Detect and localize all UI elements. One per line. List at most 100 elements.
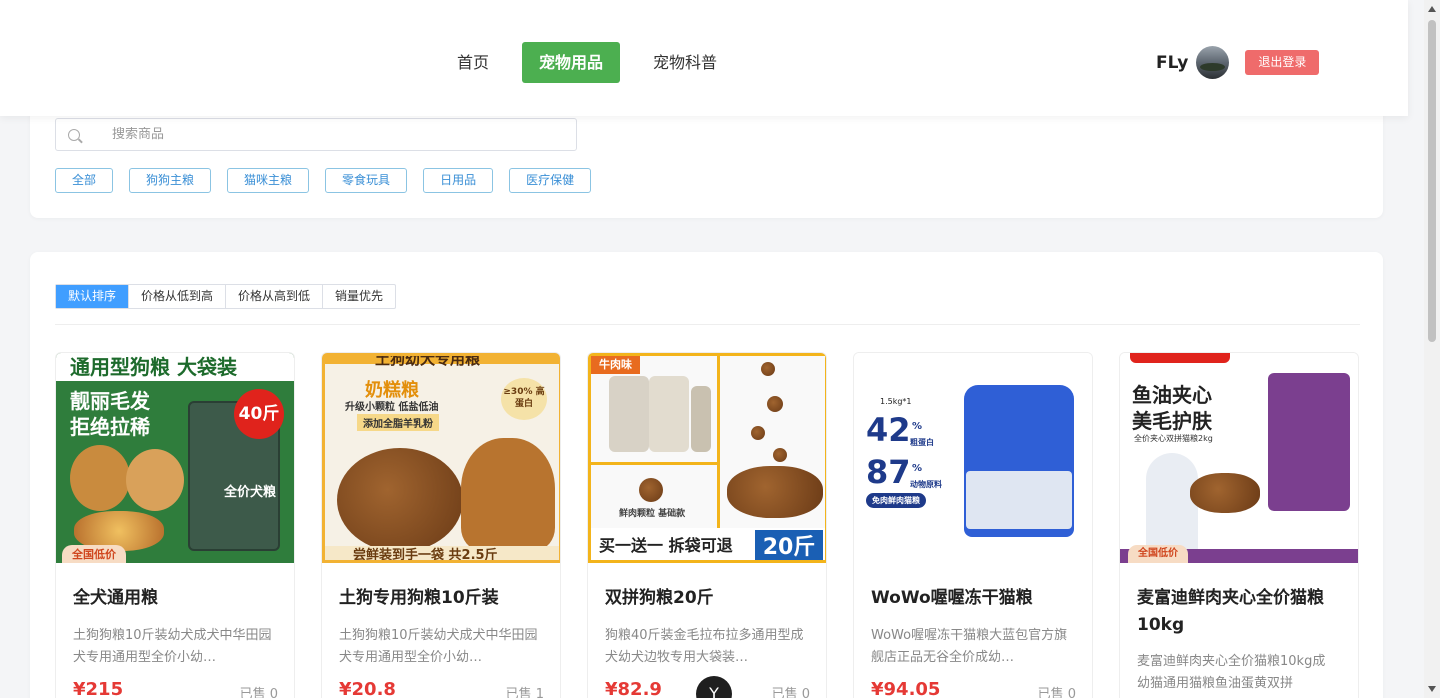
page-scrollbar[interactable] bbox=[1424, 0, 1440, 698]
image-text: 美毛护肤 bbox=[1132, 409, 1212, 433]
product-card[interactable]: 鱼油夹心 美毛护肤 全价夹心双拼猫粮2kg 全国低价 麦富迪鲜肉夹心全价猫粮10… bbox=[1119, 352, 1359, 698]
main-nav: 首页 宠物用品 宠物科普 bbox=[440, 42, 750, 83]
category-dog-food[interactable]: 狗狗主粮 bbox=[129, 168, 212, 193]
image-text: 1.5kg*1 bbox=[880, 397, 912, 406]
sort-default[interactable]: 默认排序 bbox=[56, 285, 130, 308]
category-daily-supplies[interactable]: 日用品 bbox=[423, 168, 494, 193]
product-title: 双拼狗粮20斤 bbox=[605, 588, 714, 608]
category-snacks-toys[interactable]: 零食玩具 bbox=[325, 168, 408, 193]
sort-sales[interactable]: 销量优先 bbox=[323, 285, 395, 308]
image-text: 鱼油夹心 bbox=[1132, 383, 1212, 407]
weight-badge: 40斤 bbox=[234, 389, 284, 439]
image-text: 全价犬粮 bbox=[224, 485, 277, 500]
divider bbox=[55, 324, 1360, 325]
image-text: % bbox=[912, 463, 923, 474]
image-tag: 尝鲜装到手一袋 共2.5斤 bbox=[325, 546, 559, 560]
product-price: ¥94.05 bbox=[871, 679, 941, 698]
product-title: WoWo喔喔冻干猫粮 bbox=[871, 588, 1033, 608]
search-input[interactable] bbox=[112, 127, 512, 142]
product-sold: 已售 0 bbox=[1037, 687, 1076, 698]
logout-button[interactable]: 退出登录 bbox=[1245, 50, 1320, 75]
scroll-thumb[interactable] bbox=[1428, 20, 1436, 342]
product-sold: 已售 1 bbox=[505, 687, 544, 698]
protein-badge: ≥30% 高蛋白 bbox=[501, 378, 547, 420]
product-image: 土狗幼犬专用粮 奶糕粮 升级小颗粒 低盐低油 添加全脂羊乳粉 ≥30% 高蛋白 … bbox=[322, 353, 560, 563]
product-image: 牛肉味 鲜肉颗粒 基础款 买一送一 拆袋可退 20斤 bbox=[588, 353, 826, 563]
category-healthcare[interactable]: 医疗保健 bbox=[509, 168, 592, 193]
category-all[interactable]: 全部 bbox=[55, 168, 114, 193]
username: FLy bbox=[1156, 52, 1189, 73]
kibble-falling bbox=[761, 362, 775, 376]
bag-label bbox=[966, 471, 1072, 529]
nav-item-home[interactable]: 首页 bbox=[440, 42, 506, 83]
kibble-pile bbox=[1190, 473, 1260, 513]
category-filters: 全部 狗狗主粮 猫咪主粮 零食玩具 日用品 医疗保健 bbox=[55, 168, 607, 193]
product-card[interactable]: 1.5kg*1 42 % 粗蛋白 87 % 动物原料 免肉鲜肉猫粮 WoWo喔喔… bbox=[853, 352, 1093, 698]
avatar[interactable] bbox=[1196, 46, 1230, 79]
product-title: 土狗专用狗粮10斤装 bbox=[339, 588, 499, 608]
flavor-tag: 牛肉味 bbox=[591, 356, 640, 374]
product-description: 麦富迪鲜肉夹心全价猫粮10kg成幼猫通用猫粮鱼油蛋黄双拼 bbox=[1137, 654, 1326, 691]
product-panel: 默认排序 价格从低到高 价格从高到低 销量优先 通用型狗粮 大袋装 靓丽毛发 拒… bbox=[30, 252, 1383, 698]
image-tag: 全国低价 bbox=[1128, 545, 1188, 563]
product-description: 狗粮40斤装金毛拉布拉多通用型成犬幼犬边牧专用大袋装… bbox=[605, 628, 804, 665]
weight-badge: 20斤 bbox=[755, 530, 823, 560]
product-sold: 已售 0 bbox=[771, 687, 810, 698]
cat-food-bag bbox=[1268, 373, 1350, 511]
nav-item-pet-supplies[interactable]: 宠物用品 bbox=[522, 42, 621, 83]
kibble-falling bbox=[751, 426, 765, 440]
image-text: 鲜肉颗粒 基础款 bbox=[619, 509, 686, 519]
product-price: ¥215 bbox=[73, 679, 124, 698]
product-card[interactable]: 牛肉味 鲜肉颗粒 基础款 买一送一 拆袋可退 20斤 双拼狗粮20斤 狗粮40斤… bbox=[587, 352, 827, 698]
product-list: 通用型狗粮 大袋装 靓丽毛发 拒绝拉稀 40斤 全价犬粮 全国低价 全犬通用粮 … bbox=[55, 352, 1359, 698]
image-banner bbox=[1130, 353, 1230, 363]
image-text: 87 bbox=[866, 453, 911, 491]
image-banner: 土狗幼犬专用粮 bbox=[375, 353, 481, 368]
category-cat-food[interactable]: 猫咪主粮 bbox=[227, 168, 310, 193]
product-price: ¥82.9 bbox=[605, 679, 662, 698]
image-divider bbox=[591, 462, 717, 465]
puppy-illustration bbox=[461, 438, 555, 550]
image-text: 全价夹心双拼猫粮2kg bbox=[1134, 434, 1213, 443]
product-card[interactable]: 通用型狗粮 大袋装 靓丽毛发 拒绝拉稀 40斤 全价犬粮 全国低价 全犬通用粮 … bbox=[55, 352, 295, 698]
product-price: ¥20.8 bbox=[339, 679, 396, 698]
image-text: 添加全脂羊乳粉 bbox=[357, 414, 439, 431]
image-text: 42 bbox=[866, 411, 911, 449]
image-banner: 通用型狗粮 大袋装 bbox=[56, 353, 294, 381]
image-text: 动物原料 bbox=[910, 480, 942, 489]
product-description: 土狗狗粮10斤装幼犬成犬中华田园犬专用通用型全价小幼… bbox=[73, 628, 272, 665]
product-card[interactable]: 土狗幼犬专用粮 奶糕粮 升级小颗粒 低盐低油 添加全脂羊乳粉 ≥30% 高蛋白 … bbox=[321, 352, 561, 698]
kibble-bowl bbox=[337, 448, 463, 552]
image-text: 升级小颗粒 低盐低油 bbox=[345, 402, 439, 413]
image-text: 靓丽毛发 bbox=[70, 389, 150, 413]
food-bag bbox=[691, 386, 711, 452]
scroll-down-arrow-icon[interactable] bbox=[1428, 686, 1436, 692]
product-image: 1.5kg*1 42 % 粗蛋白 87 % 动物原料 免肉鲜肉猫粮 bbox=[854, 353, 1092, 563]
sort-options: 默认排序 价格从低到高 价格从高到低 销量优先 bbox=[55, 284, 397, 309]
dog-illustration bbox=[70, 445, 130, 511]
nav-item-pet-science[interactable]: 宠物科普 bbox=[636, 42, 734, 83]
scroll-up-arrow-icon[interactable] bbox=[1428, 6, 1436, 12]
image-text: 拒绝拉稀 bbox=[70, 415, 150, 439]
dog-illustration bbox=[126, 449, 184, 511]
sort-price-asc[interactable]: 价格从低到高 bbox=[129, 285, 227, 308]
image-tag: 免肉鲜肉猫粮 bbox=[866, 493, 926, 508]
user-area: FLy 退出登录 bbox=[1156, 46, 1320, 79]
product-description: WoWo喔喔冻干猫粮大蓝包官方旗舰店正品无谷全价成幼… bbox=[871, 628, 1068, 665]
food-bag bbox=[609, 376, 649, 452]
kibble-sample bbox=[639, 478, 663, 502]
image-text: 粗蛋白 bbox=[910, 438, 934, 447]
kibble-falling bbox=[773, 448, 787, 462]
image-tag: 全国低价 bbox=[62, 545, 126, 563]
search-icon bbox=[68, 128, 80, 141]
product-image: 鱼油夹心 美毛护肤 全价夹心双拼猫粮2kg 全国低价 bbox=[1120, 353, 1358, 563]
product-title: 麦富迪鲜肉夹心全价猫粮10kg bbox=[1137, 588, 1324, 635]
search-box[interactable] bbox=[55, 118, 577, 151]
sort-price-desc[interactable]: 价格从高到低 bbox=[226, 285, 324, 308]
product-image: 通用型狗粮 大袋装 靓丽毛发 拒绝拉稀 40斤 全价犬粮 全国低价 bbox=[56, 353, 294, 563]
top-header: 首页 宠物用品 宠物科普 FLy 退出登录 bbox=[0, 0, 1408, 116]
food-bag bbox=[649, 376, 689, 452]
product-description: 土狗狗粮10斤装幼犬成犬中华田园犬专用通用型全价小幼… bbox=[339, 628, 538, 665]
kibble-falling bbox=[767, 396, 783, 412]
product-title: 全犬通用粮 bbox=[73, 588, 158, 608]
